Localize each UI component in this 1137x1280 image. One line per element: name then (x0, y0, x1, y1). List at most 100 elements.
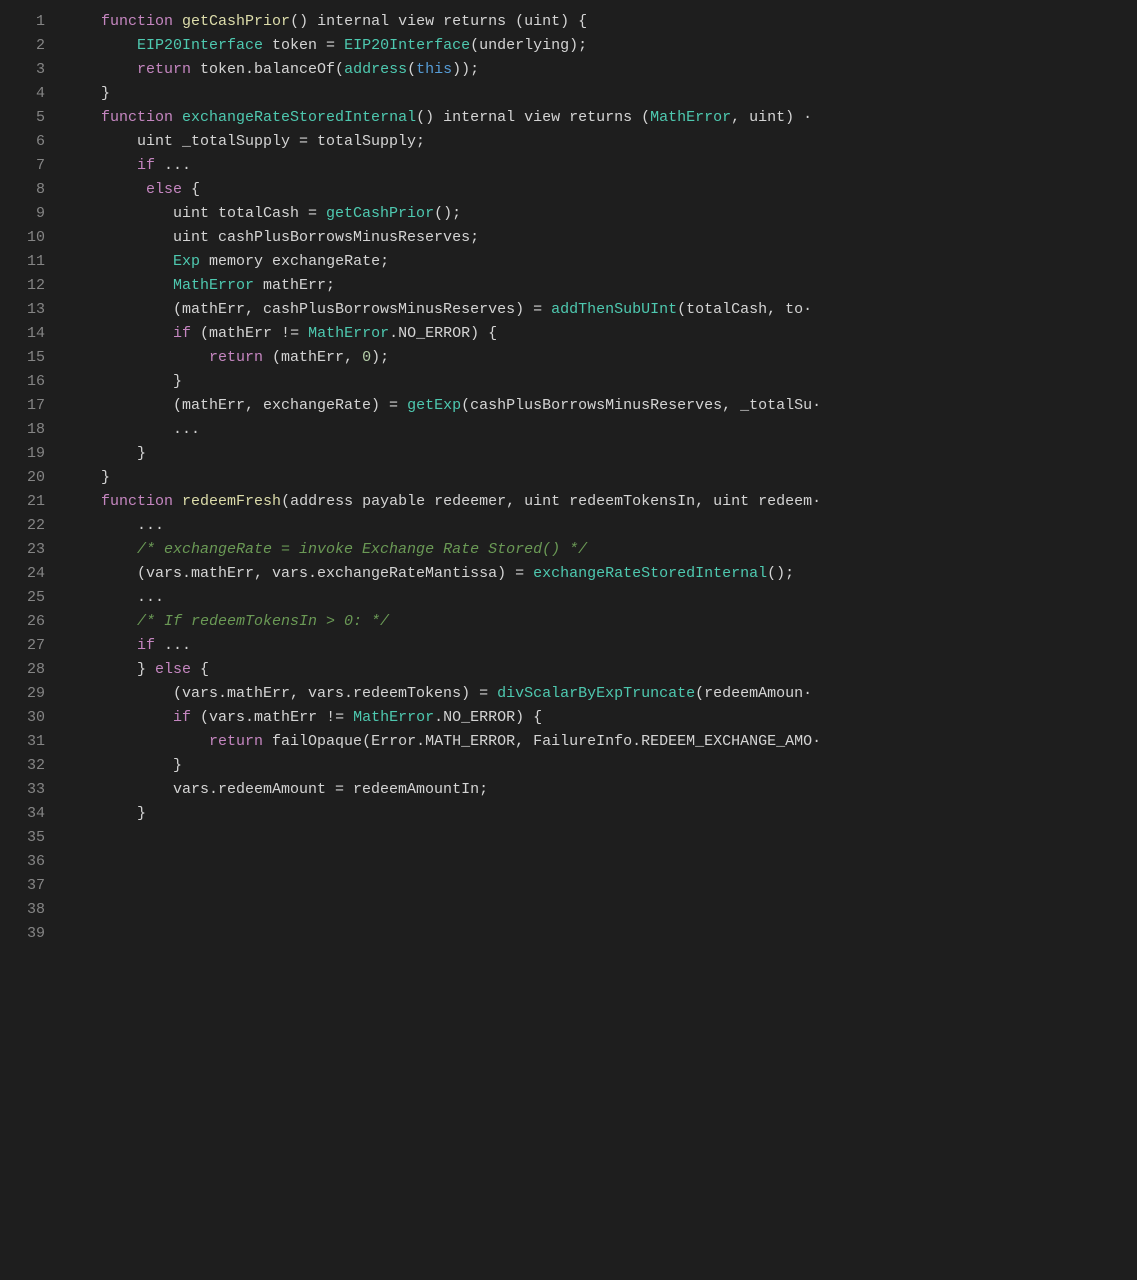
token: Exp (173, 253, 200, 270)
code-line: uint totalCash = getCashPrior(); (65, 202, 1137, 226)
line-number: 29 (15, 682, 45, 706)
line-number: 10 (15, 226, 45, 250)
line-numbers: 1234567891011121314151617181920212223242… (0, 10, 55, 946)
code-line: } else { (65, 658, 1137, 682)
code-line: } (65, 442, 1137, 466)
token: } (65, 469, 110, 486)
token: .NO_ERROR) { (389, 325, 497, 342)
token (65, 253, 173, 270)
token: (vars.mathErr, vars.redeemTokens) = (65, 685, 497, 702)
token: ... (155, 637, 191, 654)
token: ... (155, 157, 191, 174)
code-editor: 1234567891011121314151617181920212223242… (0, 0, 1137, 956)
token: .NO_ERROR) { (434, 709, 542, 726)
token: (mathErr, exchangeRate) = (65, 397, 407, 414)
token: (underlying); (470, 37, 587, 54)
token: token = (263, 37, 344, 54)
token: if (137, 157, 155, 174)
token: vars.redeemAmount = redeemAmountIn; (65, 781, 488, 798)
token (65, 37, 137, 54)
code-content: function getCashPrior() internal view re… (55, 10, 1137, 946)
line-number: 17 (15, 394, 45, 418)
token: redeemFresh (182, 493, 281, 510)
token: { (182, 181, 200, 198)
token: { (191, 661, 209, 678)
code-line: (mathErr, exchangeRate) = getExp(cashPlu… (65, 394, 1137, 418)
code-line: ... (65, 586, 1137, 610)
token: (vars.mathErr != (191, 709, 353, 726)
token: () internal view returns (uint) { (290, 13, 587, 30)
token: ... (65, 421, 200, 438)
line-number: 7 (15, 154, 45, 178)
line-number: 8 (15, 178, 45, 202)
token: (mathErr, (263, 349, 362, 366)
code-line: ... (65, 514, 1137, 538)
token: function (101, 109, 182, 126)
token: if (137, 637, 155, 654)
token: failOpaque(Error.MATH_ERROR, FailureInfo… (263, 733, 821, 750)
code-line: if (vars.mathErr != MathError.NO_ERROR) … (65, 706, 1137, 730)
token: (address payable redeemer, uint redeemTo… (281, 493, 821, 510)
line-number: 25 (15, 586, 45, 610)
token: } (65, 373, 182, 390)
token (65, 325, 173, 342)
token: , uint) · (731, 109, 812, 126)
token: } (65, 805, 146, 822)
token: function (101, 493, 182, 510)
code-line: } (65, 802, 1137, 826)
line-number: 20 (15, 466, 45, 490)
code-line: /* exchangeRate = invoke Exchange Rate S… (65, 538, 1137, 562)
code-line: Exp memory exchangeRate; (65, 250, 1137, 274)
token: ( (407, 61, 416, 78)
line-number: 6 (15, 130, 45, 154)
token: (mathErr != (191, 325, 308, 342)
token: return (137, 61, 191, 78)
line-number: 36 (15, 850, 45, 874)
token: )); (452, 61, 479, 78)
token: (mathErr, cashPlusBorrowsMinusReserves) … (65, 301, 551, 318)
token: function (101, 13, 182, 30)
token: address (344, 61, 407, 78)
line-number: 28 (15, 658, 45, 682)
token: (cashPlusBorrowsMinusReserves, _totalSu· (461, 397, 821, 414)
line-number: 3 (15, 58, 45, 82)
token: /* If redeemTokensIn > 0: */ (137, 613, 389, 630)
line-number: 32 (15, 754, 45, 778)
token: ... (65, 589, 164, 606)
token: (redeemAmoun· (695, 685, 812, 702)
code-line: else { (65, 178, 1137, 202)
code-line: uint cashPlusBorrowsMinusReserves; (65, 226, 1137, 250)
line-number: 13 (15, 298, 45, 322)
token (65, 637, 137, 654)
code-line: (vars.mathErr, vars.redeemTokens) = divS… (65, 682, 1137, 706)
line-number: 37 (15, 874, 45, 898)
token (65, 709, 173, 726)
token: (vars.mathErr, vars.exchangeRateMantissa… (65, 565, 533, 582)
token: getExp (407, 397, 461, 414)
token (65, 541, 137, 558)
code-line: function exchangeRateStoredInternal() in… (65, 106, 1137, 130)
token: EIP20Interface (137, 37, 263, 54)
code-line: } (65, 370, 1137, 394)
token: 0 (362, 349, 371, 366)
code-line: (mathErr, cashPlusBorrowsMinusReserves) … (65, 298, 1137, 322)
line-number: 35 (15, 826, 45, 850)
line-number: 23 (15, 538, 45, 562)
token: } (65, 85, 110, 102)
token: else (155, 661, 191, 678)
code-line: if (mathErr != MathError.NO_ERROR) { (65, 322, 1137, 346)
code-line: EIP20Interface token = EIP20Interface(un… (65, 34, 1137, 58)
token (65, 349, 209, 366)
token: ); (371, 349, 389, 366)
code-line: if ... (65, 634, 1137, 658)
code-line: vars.redeemAmount = redeemAmountIn; (65, 778, 1137, 802)
line-number: 30 (15, 706, 45, 730)
token: /* exchangeRate = invoke Exchange Rate S… (137, 541, 587, 558)
token: memory exchangeRate; (200, 253, 389, 270)
token: divScalarByExpTruncate (497, 685, 695, 702)
line-number: 19 (15, 442, 45, 466)
line-number: 39 (15, 922, 45, 946)
code-line: if ... (65, 154, 1137, 178)
line-number: 22 (15, 514, 45, 538)
line-number: 31 (15, 730, 45, 754)
